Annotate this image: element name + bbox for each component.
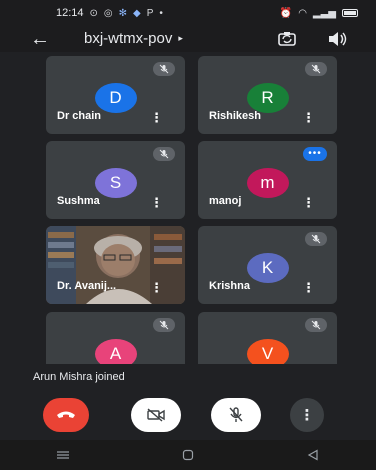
participant-tile[interactable]: S Sushma ⋮ (46, 141, 185, 219)
participant-name: Krishna (209, 280, 250, 292)
participant-video-feed (46, 226, 185, 304)
meeting-code: bxj-wtmx-pov (84, 30, 173, 47)
call-controls: ⋮ (0, 394, 376, 440)
caret-right-icon: ▸ (178, 33, 183, 43)
avatar: m (246, 168, 289, 198)
switch-camera-icon[interactable] (277, 29, 297, 49)
gear-icon: ✻ (118, 7, 128, 19)
phone-hangup-icon (57, 411, 75, 418)
participant-name: Dr chain (57, 110, 102, 122)
avatar: K (246, 253, 289, 283)
participant-tile[interactable]: D Dr chain ⋮ (46, 56, 185, 134)
more-vert-icon[interactable]: ⋮ (150, 111, 163, 124)
participant-name: Sushma (57, 195, 100, 207)
participant-name: Rishikesh (209, 110, 261, 122)
participant-video-tile[interactable]: Dr. Avanij... ⋮ (46, 226, 185, 304)
participant-name: Dr. Avanij... (57, 280, 117, 292)
mic-toggle-button[interactable] (211, 398, 261, 432)
mic-off-icon (229, 407, 243, 422)
participant-tile[interactable]: ••• m manoj ⋮ (198, 141, 337, 219)
more-vert-icon[interactable]: ⋮ (302, 111, 315, 124)
more-vert-icon[interactable]: ⋮ (302, 196, 315, 209)
app-icon: ◆ (133, 7, 141, 19)
mic-muted-icon (153, 318, 175, 332)
join-notification: Arun Mishra joined (33, 371, 125, 383)
avatar: V (246, 339, 289, 364)
avatar: R (246, 83, 289, 113)
recent-apps-button[interactable] (48, 445, 78, 465)
dot-icon: • (159, 7, 163, 19)
speaking-indicator-icon: ••• (303, 147, 327, 161)
participant-tile[interactable]: R Rishikesh ⋮ (198, 56, 337, 134)
notification-icon: ⊙ (89, 7, 98, 19)
mic-muted-icon (305, 318, 327, 332)
mic-muted-icon (153, 62, 175, 76)
camera-toggle-button[interactable] (131, 398, 181, 432)
wifi-icon: ◠ (298, 7, 307, 19)
back-button[interactable] (298, 445, 328, 465)
participant-tile[interactable]: V (198, 312, 337, 364)
alarm-icon: ⏰ (279, 7, 293, 19)
more-options-button[interactable]: ⋮ (290, 398, 324, 432)
camera-off-icon (147, 408, 165, 422)
participant-name: manoj (209, 195, 242, 207)
back-triangle-icon (308, 449, 318, 461)
signal-icon: ▂▃▅ (312, 7, 336, 19)
mic-muted-icon (153, 147, 175, 161)
participant-tile[interactable]: A (46, 312, 185, 364)
more-vert-icon[interactable]: ⋮ (150, 281, 163, 294)
status-bar: 12:14 ⊙ ◎ ✻ ◆ P • ⏰ ◠ ▂▃▅ (0, 0, 376, 26)
mic-muted-icon (305, 62, 327, 76)
end-call-button[interactable] (43, 398, 89, 432)
avatar: D (94, 83, 137, 113)
more-vert-icon[interactable]: ⋮ (302, 281, 315, 294)
more-vert-icon: ⋮ (299, 407, 315, 424)
home-icon (182, 449, 194, 461)
back-arrow-icon[interactable]: ← (30, 28, 50, 50)
status-time: 12:14 (56, 7, 84, 19)
battery-icon (342, 9, 358, 17)
participant-tile[interactable]: K Krishna ⋮ (198, 226, 337, 304)
menu-icon (56, 451, 69, 459)
participant-grid: D Dr chain ⋮ R Rishikesh ⋮ S Sushma ⋮ ••… (0, 52, 376, 364)
home-button[interactable] (173, 445, 203, 465)
meeting-header: ← bxj-wtmx-pov ▸ (0, 26, 376, 52)
speaker-icon[interactable] (327, 30, 347, 48)
avatar: S (94, 168, 137, 198)
status-letter: P (146, 7, 154, 19)
system-nav-bar (0, 440, 376, 470)
more-vert-icon[interactable]: ⋮ (150, 196, 163, 209)
whatsapp-icon: ◎ (103, 7, 113, 19)
meeting-title[interactable]: bxj-wtmx-pov ▸ (84, 30, 183, 47)
avatar: A (94, 339, 137, 364)
mic-muted-icon (305, 232, 327, 246)
